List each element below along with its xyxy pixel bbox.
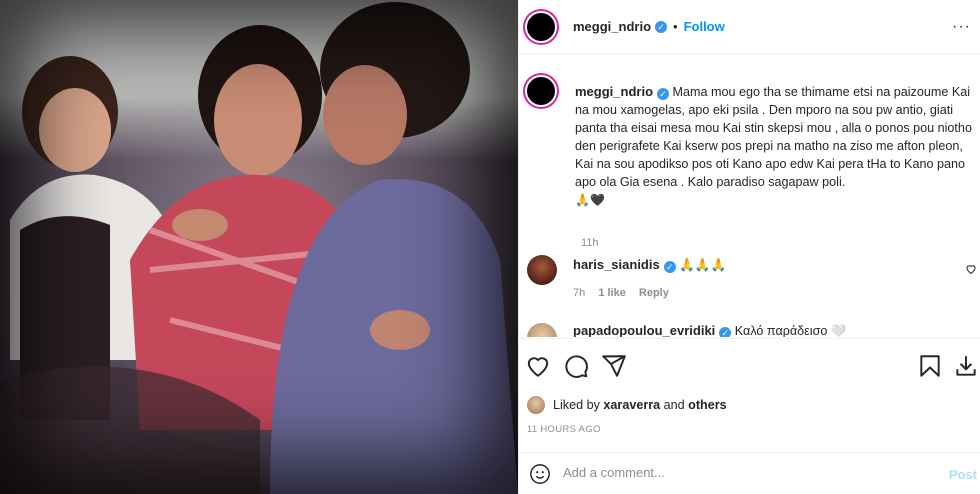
likes-summary: Liked by xaraverra and others [527, 396, 727, 414]
emoji-icon[interactable] [529, 463, 551, 488]
verified-icon: ✓ [655, 20, 668, 33]
more-options-icon[interactable]: ··· [952, 18, 971, 36]
caption-body: meggi_ndrio ✓ Mama mou ego tha se thimame… [575, 83, 975, 209]
action-bar [519, 338, 980, 394]
comment-icon[interactable] [563, 353, 589, 379]
commenter-avatar[interactable] [527, 255, 557, 285]
comment-input[interactable] [563, 465, 923, 480]
likes-prefix: Liked by [553, 398, 600, 412]
separator-dot: • [673, 19, 678, 34]
commenter-avatar[interactable] [527, 323, 557, 337]
comment-body: haris_sianidis ✓ 🙏🙏🙏 [573, 257, 726, 273]
like-heart-icon[interactable] [525, 353, 551, 379]
liker-avatar[interactable] [527, 396, 545, 414]
comment-item: haris_sianidis ✓ 🙏🙏🙏 7h 1 like Reply [527, 255, 977, 315]
caption-time: 11h [581, 237, 599, 249]
caption-emojis: 🙏🖤 [575, 193, 605, 207]
comment-meta: 7h 1 like Reply [573, 287, 679, 299]
photo-vignette [0, 0, 518, 494]
download-icon[interactable] [953, 353, 979, 379]
comment-item: papadopoulou_evridiki ✓ Καλό παράδεισο 🤍 [527, 323, 977, 337]
post-sidebar: meggi_ndrio ✓ • Follow ··· meggi_ndrio ✓ … [518, 0, 980, 494]
likes-and: and [663, 398, 685, 412]
verified-icon: ✓ [663, 261, 676, 273]
comment-body: papadopoulou_evridiki ✓ Καλό παράδεισο 🤍 [573, 323, 847, 337]
commenter-username[interactable]: haris_sianidis [573, 257, 660, 272]
post-header: meggi_ndrio ✓ • Follow ··· [519, 0, 980, 54]
comment-likes[interactable]: 1 like [598, 287, 626, 299]
reply-button[interactable]: Reply [639, 287, 669, 299]
comment-text: Καλό παράδεισο 🤍 [734, 324, 847, 337]
comment-text: 🙏🙏🙏 [679, 258, 727, 272]
post-photo[interactable] [0, 0, 518, 494]
likes-others-link[interactable]: others [688, 398, 727, 412]
save-bookmark-icon[interactable] [917, 353, 943, 379]
comments-section[interactable]: meggi_ndrio ✓ Mama mou ego tha se thimame… [519, 55, 980, 337]
verified-icon: ✓ [719, 327, 732, 337]
commenter-username[interactable]: papadopoulou_evridiki [573, 323, 715, 337]
caption-text: Mama mou ego tha se thimame etsi na paiz… [575, 85, 972, 189]
post-comment-button[interactable]: Post [949, 467, 977, 482]
comment-heart-icon[interactable] [965, 263, 977, 278]
share-icon[interactable] [601, 353, 627, 379]
comment-time: 7h [573, 287, 586, 299]
caption-username[interactable]: meggi_ndrio [575, 84, 653, 99]
add-comment-bar: Post [519, 452, 980, 494]
caption-avatar[interactable] [525, 75, 557, 107]
author-avatar[interactable] [525, 10, 557, 43]
author-username[interactable]: meggi_ndrio [573, 19, 651, 34]
liker-username[interactable]: xaraverra [603, 398, 660, 412]
follow-button[interactable]: Follow [684, 19, 725, 34]
verified-icon: ✓ [657, 88, 670, 100]
post-timestamp: 11 HOURS AGO [527, 424, 601, 435]
